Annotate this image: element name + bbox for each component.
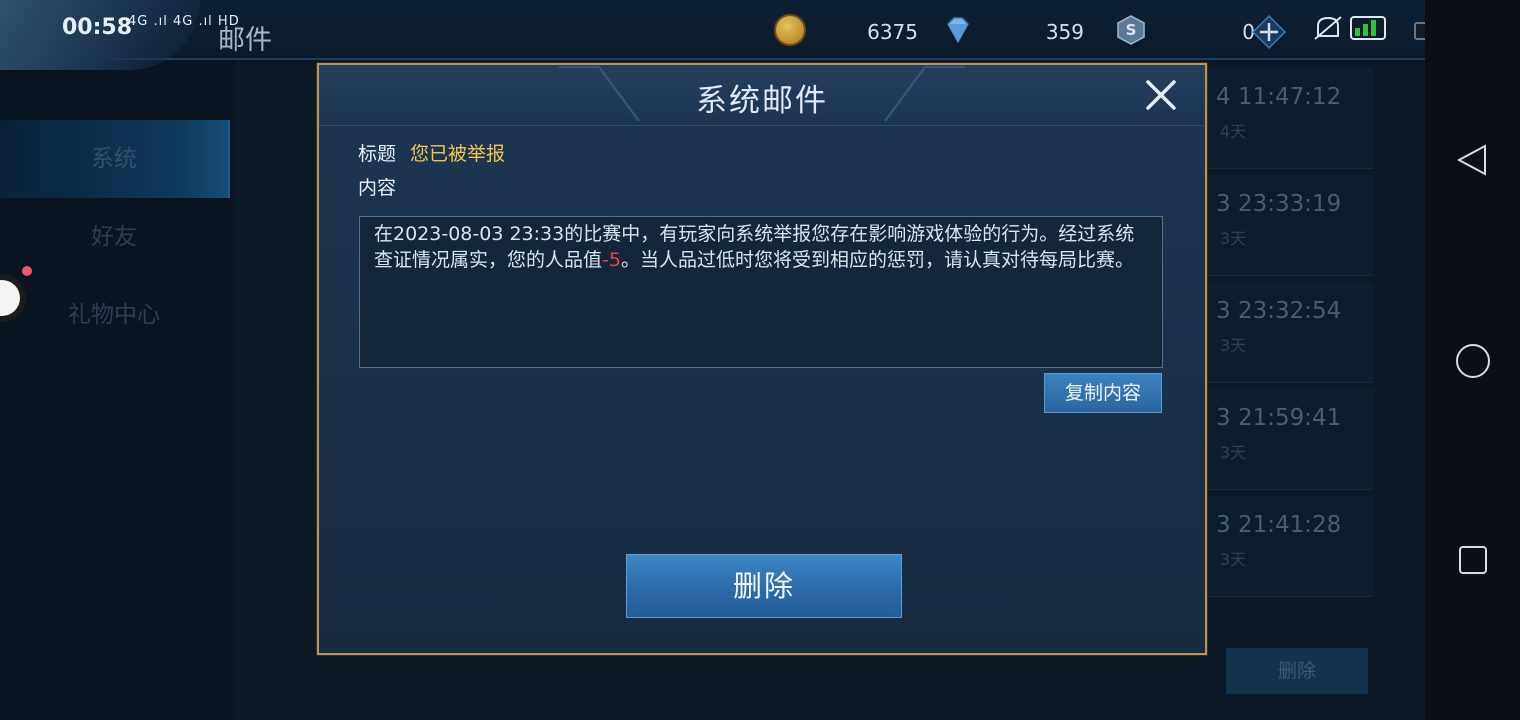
- android-nav-bar: [1425, 0, 1520, 720]
- mail-content-box: 在2023-08-03 23:33的比赛中，有玩家向系统举报您存在影响游戏体验的…: [359, 216, 1163, 368]
- mail-time: 3 21:41:28: [1216, 512, 1342, 538]
- back-icon[interactable]: [1455, 142, 1491, 178]
- notification-dot: [22, 266, 32, 276]
- plus-icon[interactable]: [1251, 14, 1287, 50]
- coupon-value: 0: [1242, 20, 1255, 44]
- recents-icon[interactable]: [1457, 544, 1489, 576]
- battery-icon: [1350, 16, 1386, 40]
- content-label: 内容: [358, 177, 397, 199]
- mail-list-item[interactable]: 3 21:41:28 3天: [1208, 496, 1373, 597]
- mail-age: 3天: [1220, 443, 1247, 462]
- mail-age: 4天: [1220, 122, 1247, 141]
- gold-resource: 6375: [774, 14, 924, 48]
- penalty-value: -5: [602, 249, 621, 271]
- copy-content-button[interactable]: 复制内容: [1044, 373, 1162, 413]
- top-bar: 00:58 4G .ıl 4G .ıl HD 邮件 6375 359 S 0: [0, 0, 1448, 70]
- mail-time: 4 11:47:12: [1216, 84, 1342, 110]
- mail-time: 3 23:32:54: [1216, 298, 1342, 324]
- mail-time: 3 23:33:19: [1216, 191, 1342, 217]
- coupon-resource: S 0: [1115, 14, 1295, 50]
- mail-list-item[interactable]: 3 23:32:54 3天: [1208, 282, 1373, 383]
- mute-icon: [1314, 16, 1342, 40]
- mail-age: 3天: [1220, 336, 1247, 355]
- svg-text:S: S: [1126, 21, 1137, 39]
- coupon-icon: S: [1117, 15, 1145, 45]
- diamond-icon: [947, 17, 969, 44]
- system-mail-dialog: 系统邮件 标题 您已被举报 内容 在2023-08-03 23:33的比赛中，有…: [317, 63, 1207, 655]
- dialog-title: 系统邮件: [696, 83, 828, 119]
- sidebar-item-gift-center[interactable]: 礼物中心: [0, 276, 228, 354]
- subject-label: 标题: [358, 143, 397, 165]
- sidebar-item-friends[interactable]: 好友: [0, 198, 228, 276]
- page-title: 邮件: [218, 25, 272, 56]
- mail-time: 3 21:59:41: [1216, 405, 1342, 431]
- mail-list-item[interactable]: 3 23:33:19 3天: [1208, 175, 1373, 276]
- sidebar-item-system[interactable]: 系统: [0, 120, 230, 198]
- diamond-resource: 359: [942, 14, 1092, 48]
- mail-list-item[interactable]: 3 21:59:41 3天: [1208, 389, 1373, 490]
- dialog-header: 系统邮件: [319, 65, 1205, 126]
- mail-content-text-end: 。当人品过低时您将受到相应的惩罚，请认真对待每局比赛。: [620, 249, 1134, 271]
- status-time: 00:58: [62, 15, 133, 40]
- gold-coin-icon: [774, 14, 806, 46]
- delete-button[interactable]: 删除: [626, 554, 902, 618]
- home-icon[interactable]: [1454, 342, 1492, 380]
- mail-list-item[interactable]: 4 11:47:12 4天: [1208, 68, 1373, 169]
- background-delete-button[interactable]: 删除: [1226, 648, 1368, 694]
- gold-value: 6375: [867, 20, 918, 44]
- mail-age: 3天: [1220, 229, 1247, 248]
- close-icon[interactable]: [1143, 77, 1179, 113]
- diamond-value: 359: [1045, 20, 1084, 44]
- mail-age: 3天: [1220, 550, 1247, 569]
- subject-value: 您已被举报: [410, 143, 506, 165]
